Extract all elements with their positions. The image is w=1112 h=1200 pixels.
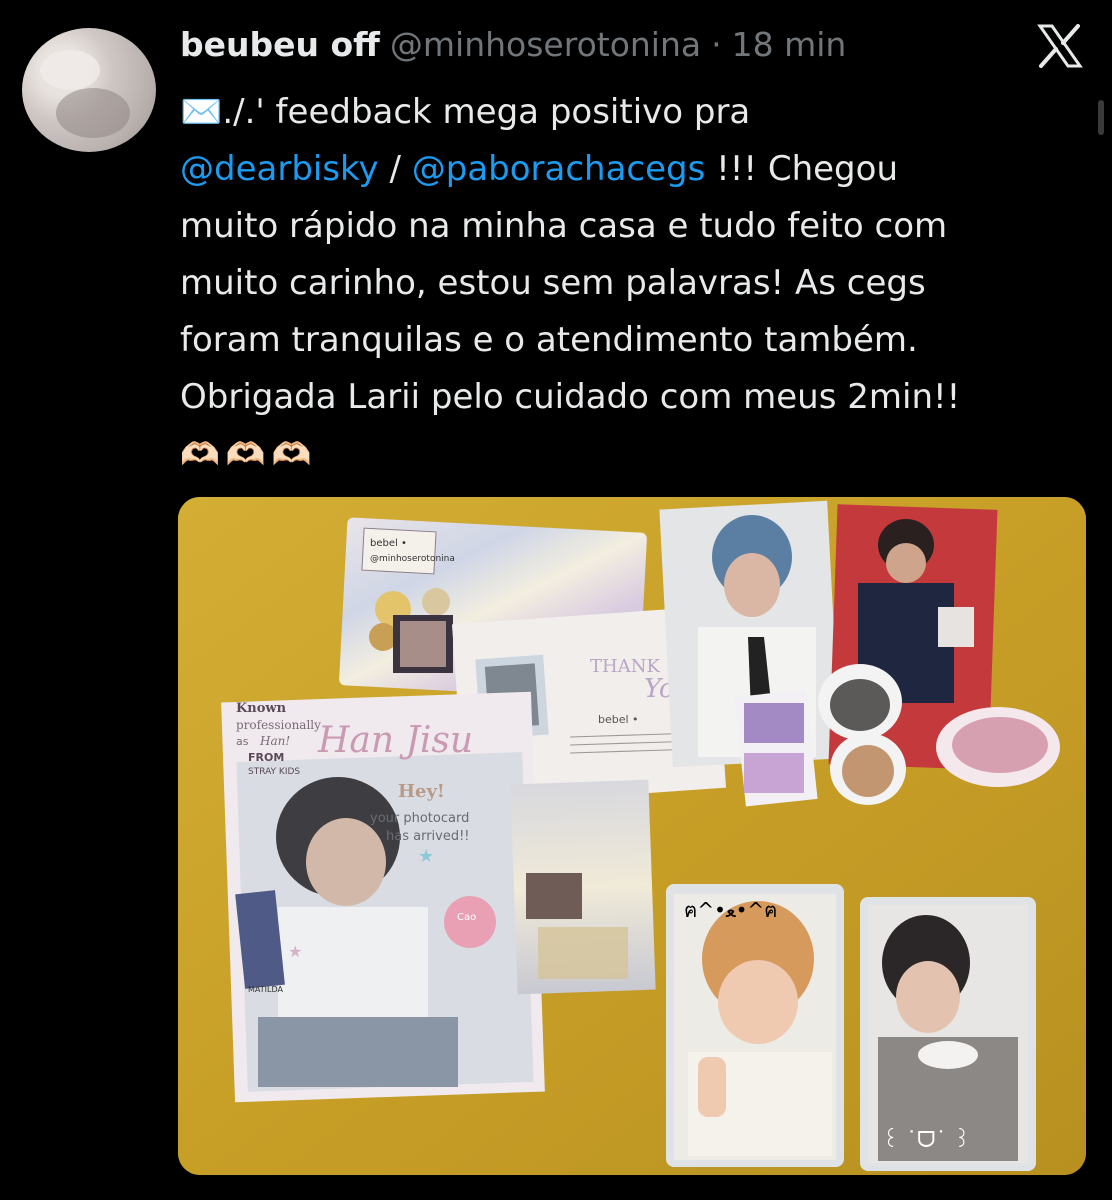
card-known: Known xyxy=(236,701,287,716)
tweet-line: foram tranquilas e o atendimento também. xyxy=(180,320,918,360)
avatar-highlight xyxy=(40,50,100,90)
tweet-header: beubeu off @minhoserotonina · 18 min xyxy=(180,22,846,66)
card-small-sticker: Cao xyxy=(457,912,476,923)
card-matilda: MATILDA xyxy=(248,985,283,994)
photocard-blond: ฅ^•ﻌ•^ฅ xyxy=(666,884,844,1167)
mention-link[interactable]: @paborachacegs xyxy=(412,149,706,189)
mention-link[interactable]: @dearbisky xyxy=(180,149,379,189)
han-card: Known professionally as Han! FROM STRAY … xyxy=(221,691,545,1103)
photocard-dark-hair: ꒰ ˙ᗜ˙ ꒱ xyxy=(860,897,1036,1171)
tweet-line-tail: !!! Chegou xyxy=(705,149,898,189)
card-hey: Hey! xyxy=(398,781,445,802)
tweet-photo[interactable]: bebel • @minhoserotonina THANK You bebel… xyxy=(178,497,1086,1175)
card-group: STRAY KIDS xyxy=(248,767,300,777)
star-sticker: ★ xyxy=(288,942,302,961)
photocard-caption-cat: ฅ^•ﻌ•^ฅ xyxy=(684,898,778,922)
star-sticker: ★ xyxy=(418,846,434,867)
card-msg-line2: has arrived!! xyxy=(386,829,470,844)
tweet-line: muito rápido na minha casa e tudo feito … xyxy=(180,206,948,246)
photocard-caption-face: ꒰ ˙ᗜ˙ ꒱ xyxy=(882,1127,971,1153)
user-handle[interactable]: @minhoserotonina xyxy=(390,25,701,64)
card-professionally: professionally xyxy=(236,718,321,732)
tweet-line: Obrigada Larii pelo cuidado com meus 2mi… xyxy=(180,377,961,417)
scrollbar-thumb[interactable] xyxy=(1098,100,1104,135)
tweet-line-mentions: @dearbisky / @paborachacegs !!! Chegou xyxy=(180,141,1080,198)
card-han-small: Han! xyxy=(259,734,290,748)
holo-sleeve-middle xyxy=(510,779,656,995)
avatar-shadow xyxy=(56,88,130,138)
header-separator: · xyxy=(711,24,722,64)
heart-hands-emoji: 🫶🏻🫶🏻🫶🏻 xyxy=(180,435,318,473)
tweet-timestamp[interactable]: 18 min xyxy=(732,25,847,64)
sticker-handle: @minhoserotonina xyxy=(370,554,455,564)
card-msg-line1: your photocard xyxy=(370,811,469,826)
card-name-script: Han Jisu xyxy=(317,720,473,761)
user-avatar[interactable] xyxy=(22,28,156,152)
display-name[interactable]: beubeu off xyxy=(180,25,380,64)
x-logo-icon[interactable] xyxy=(1036,24,1084,68)
tweet-line: ✉️./.' feedback mega positivo pra xyxy=(180,92,751,132)
mention-separator: / xyxy=(378,149,412,189)
tweet-line: muito carinho, estou sem palavras! As ce… xyxy=(180,263,926,303)
card-from: FROM xyxy=(248,751,284,764)
photo-illustration: bebel • @minhoserotonina THANK You bebel… xyxy=(178,497,1086,1175)
card-as: as xyxy=(236,735,249,748)
tweet-text: ✉️./.' feedback mega positivo pra @dearb… xyxy=(180,84,1080,483)
sticker-name: bebel • xyxy=(370,538,407,549)
thanks-recipient: bebel • xyxy=(598,713,639,726)
